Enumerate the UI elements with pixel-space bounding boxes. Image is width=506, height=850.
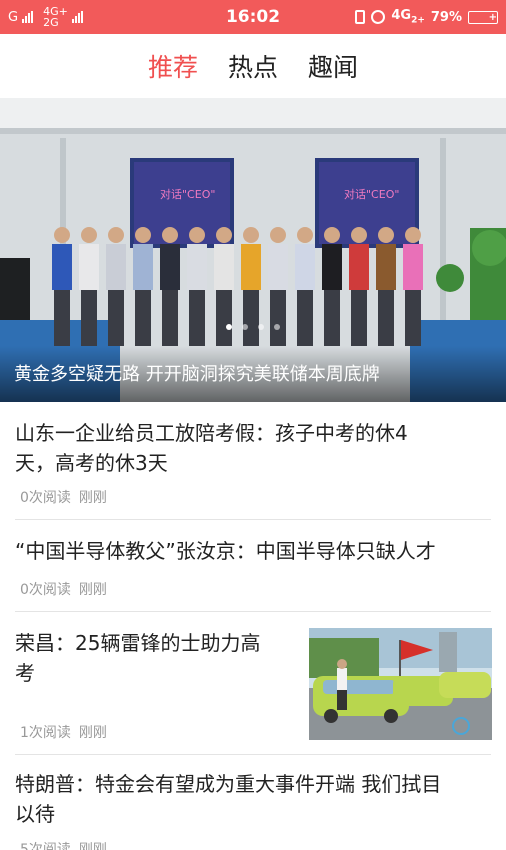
news-item[interactable]: 特朗普：特金会有望成为重大事件开端 我们拭目 以待 5次阅读 刚刚 [0, 755, 506, 850]
news-title-line: 荣昌：25辆雷锋的士助力高 [15, 631, 261, 655]
news-meta: 5次阅读 刚刚 [20, 839, 107, 850]
person-head [297, 227, 313, 243]
right-net-main: 4G [391, 8, 412, 24]
person-legs [216, 290, 232, 346]
person-legs [243, 290, 259, 346]
person-head [378, 227, 394, 243]
news-meta: 0次阅读 刚刚 [20, 579, 107, 599]
person-legs [297, 290, 313, 346]
battery-percent: 79% [430, 9, 462, 25]
news-item[interactable]: 山东一企业给员工放陪考假：孩子中考的休4 天，高考的休3天 0次阅读 刚刚 [0, 402, 506, 520]
person-legs [135, 290, 151, 346]
banner-caption[interactable]: 黄金多空疑无路 开开脑洞探究美联储本周底牌 [0, 346, 506, 402]
person-head [405, 227, 421, 243]
person-head [243, 227, 259, 243]
person-head [162, 227, 178, 243]
person-legs [270, 290, 286, 346]
person-legs [351, 290, 367, 346]
news-item[interactable]: 荣昌：25辆雷锋的士助力高 考 1次阅读 刚刚 [0, 612, 506, 755]
tab-hot[interactable]: 热点 [228, 48, 278, 84]
news-title-line: 考 [15, 661, 35, 685]
person-body [241, 244, 261, 290]
news-item[interactable]: “中国半导体教父”张汝京：中国半导体只缺人才 0次阅读 刚刚 [0, 520, 506, 612]
carousel-dot[interactable] [274, 324, 280, 330]
read-count: 5次阅读 [20, 842, 71, 850]
person-body [403, 244, 423, 290]
carousel-dot[interactable] [258, 324, 264, 330]
category-tabs: 推荐 热点 趣闻 [0, 34, 506, 98]
person-legs [162, 290, 178, 346]
screen-text-left: 对话"CEO" [160, 187, 215, 201]
carousel-dot[interactable] [242, 324, 248, 330]
carousel-dot[interactable] [226, 324, 232, 330]
person-body [268, 244, 288, 290]
person-body [322, 244, 342, 290]
person-legs [108, 290, 124, 346]
person-body [214, 244, 234, 290]
right-net-sub: 2+ [411, 15, 425, 26]
person-head [351, 227, 367, 243]
status-bar: G 4G+ 2G 16:02 4G2+ 79% + [0, 0, 506, 34]
person-head [135, 227, 151, 243]
person-head [270, 227, 286, 243]
person-head [324, 227, 340, 243]
person-legs [324, 290, 340, 346]
publish-time: 刚刚 [78, 842, 107, 850]
news-title-line: 天，高考的休3天 [15, 451, 168, 475]
news-thumbnail[interactable] [309, 628, 492, 740]
battery-icon: + [468, 10, 498, 24]
news-meta: 1次阅读 刚刚 [20, 722, 107, 742]
publish-time: 刚刚 [78, 725, 107, 741]
person-body [160, 244, 180, 290]
person-body [133, 244, 153, 290]
read-count: 0次阅读 [20, 490, 71, 506]
carousel-dots [0, 324, 506, 330]
person-body [106, 244, 126, 290]
person-body [295, 244, 315, 290]
read-count: 0次阅读 [20, 582, 71, 598]
publish-time: 刚刚 [78, 582, 107, 598]
person-head [108, 227, 124, 243]
person-body [349, 244, 369, 290]
person-body [187, 244, 207, 290]
person-body [52, 244, 72, 290]
news-title[interactable]: 特朗普：特金会有望成为重大事件开端 我们拭目 以待 [15, 769, 441, 829]
person-legs [81, 290, 97, 346]
vibrate-icon [355, 10, 366, 24]
news-title-line: “中国半导体教父”张汝京：中国半导体只缺人才 [15, 539, 436, 563]
person-legs [405, 290, 421, 346]
screen-text-right: 对话"CEO" [344, 187, 399, 201]
person-head [54, 227, 70, 243]
banner-carousel[interactable]: 对话"CEO" 对话"CEO" 黄金多空疑无路 开开脑洞探究美联储本周底牌 [0, 98, 506, 402]
news-title-line: 特朗普：特金会有望成为重大事件开端 我们拭目 [15, 772, 442, 796]
publish-time: 刚刚 [78, 490, 107, 506]
person-head [81, 227, 97, 243]
person-head [216, 227, 232, 243]
tab-fun[interactable]: 趣闻 [308, 48, 358, 84]
person-body [376, 244, 396, 290]
news-meta: 0次阅读 刚刚 [20, 487, 107, 507]
person-head [189, 227, 205, 243]
read-count: 1次阅读 [20, 725, 71, 741]
news-title-line: 山东一企业给员工放陪考假：孩子中考的休4 [15, 421, 408, 445]
news-title-line: 以待 [15, 802, 55, 826]
news-title[interactable]: “中国半导体教父”张汝京：中国半导体只缺人才 [15, 536, 436, 566]
person-legs [54, 290, 70, 346]
alarm-icon [371, 10, 386, 24]
person-legs [378, 290, 394, 346]
charging-icon: + [488, 11, 497, 23]
news-title[interactable]: 荣昌：25辆雷锋的士助力高 考 [15, 628, 295, 688]
news-title[interactable]: 山东一企业给员工放陪考假：孩子中考的休4 天，高考的休3天 [15, 418, 408, 478]
status-right: 4G2+ 79% + [355, 0, 498, 34]
right-network-label: 4G2+ [391, 8, 425, 26]
person-body [79, 244, 99, 290]
person-legs [189, 290, 205, 346]
taxi-photo [309, 628, 492, 740]
tab-recommend[interactable]: 推荐 [148, 48, 198, 84]
